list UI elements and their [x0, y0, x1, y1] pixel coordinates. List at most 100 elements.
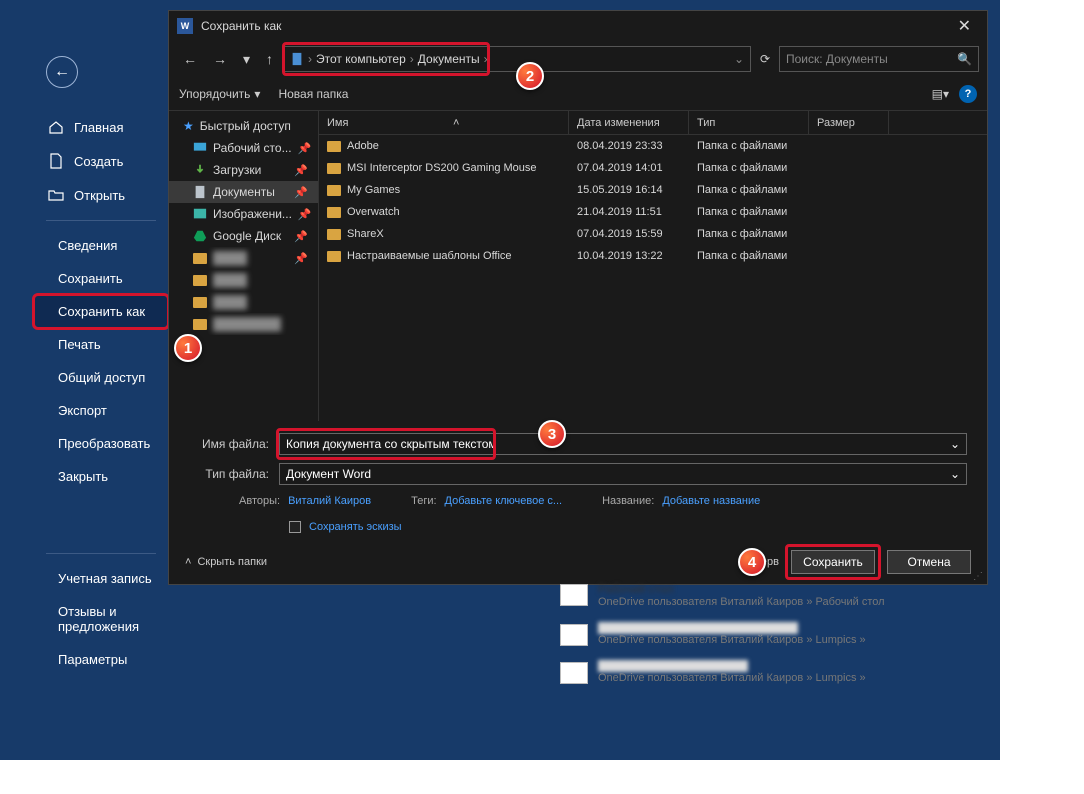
resize-grip[interactable]: ⋰ [973, 571, 983, 582]
nav-forward[interactable]: → [207, 47, 233, 71]
filename-input[interactable]: Копия документа со скрытым текстом ⌄ [279, 433, 967, 455]
refresh-button[interactable]: ⟳ [755, 52, 775, 66]
search-placeholder: Поиск: Документы [786, 52, 888, 66]
sidebar-item-save[interactable]: Сохранить [34, 262, 168, 295]
help-button[interactable]: ? [959, 85, 977, 103]
sidebar-item-info[interactable]: Сведения [34, 229, 168, 262]
tree-folder[interactable]: ████ [169, 291, 318, 313]
tree-folder[interactable]: ████ [169, 269, 318, 291]
tree-downloads[interactable]: Загрузки📌 [169, 159, 318, 181]
title-label: Название: [602, 495, 654, 507]
nav-back[interactable]: ← [177, 47, 203, 71]
authors-label: Авторы: [239, 495, 280, 507]
col-size[interactable]: Размер [809, 111, 889, 134]
folder-icon [193, 275, 207, 286]
sidebar-item-open[interactable]: Открыть [34, 178, 168, 212]
gdrive-icon [193, 229, 207, 243]
folder-tree: ★Быстрый доступ Рабочий сто...📌 Загрузки… [169, 111, 319, 421]
cancel-button[interactable]: Отмена [887, 550, 971, 574]
file-row[interactable]: Настраиваемые шаблоны Office10.04.2019 1… [319, 245, 987, 267]
search-icon: 🔍 [957, 52, 972, 66]
sidebar-item-new[interactable]: Создать [34, 144, 168, 178]
save-as-dialog: W Сохранить как ✕ ← → ▾ ↑ › Этот компьют… [168, 10, 988, 585]
tree-documents[interactable]: Документы📌 [169, 181, 318, 203]
list-item[interactable]: OneDrive пользователя Виталий Каиров » L… [560, 660, 990, 684]
file-row[interactable]: ShareX07.04.2019 15:59Папка с файлами [319, 223, 987, 245]
nav-recent[interactable]: ▾ [237, 47, 256, 72]
sidebar-label: Главная [74, 120, 123, 135]
sidebar-item-transform[interactable]: Преобразовать [34, 427, 168, 460]
pin-icon: 📌 [294, 230, 312, 243]
save-thumbnails-checkbox[interactable]: Сохранять эскизы [189, 521, 967, 533]
column-headers: Имя˄ Дата изменения Тип Размер [319, 111, 987, 135]
file-row[interactable]: Overwatch21.04.2019 11:51Папка с файлами [319, 201, 987, 223]
doc-icon [193, 185, 207, 199]
save-button[interactable]: Сохранить [791, 550, 875, 574]
callout-4: 4 [738, 548, 766, 576]
tags-label: Теги: [411, 495, 436, 507]
search-input[interactable]: Поиск: Документы 🔍 [779, 46, 979, 72]
breadcrumb-pc[interactable]: Этот компьютер [316, 52, 406, 66]
file-row[interactable]: Adobe08.04.2019 23:33Папка с файлами [319, 135, 987, 157]
breadcrumb-docs[interactable]: Документы [418, 52, 480, 66]
sidebar-item-account[interactable]: Учетная запись [34, 562, 168, 595]
list-item[interactable]: OneDrive пользователя Виталий Каиров » L… [560, 622, 990, 646]
dialog-title: Сохранить как [201, 19, 281, 33]
callout-3: 3 [538, 420, 566, 448]
home-icon [48, 119, 64, 135]
sidebar-item-export[interactable]: Экспорт [34, 394, 168, 427]
tags-value[interactable]: Добавьте ключевое с... [445, 495, 563, 507]
checkbox-icon [289, 521, 301, 533]
star-icon: ★ [183, 119, 194, 133]
open-icon [48, 187, 64, 203]
folder-icon [327, 141, 341, 152]
folder-icon [327, 185, 341, 196]
pin-icon: 📌 [294, 252, 312, 265]
nav-up[interactable]: ↑ [260, 47, 279, 71]
sidebar-item-save-as[interactable]: Сохранить как [34, 295, 168, 328]
title-value[interactable]: Добавьте название [662, 495, 760, 507]
pin-icon: 📌 [294, 186, 312, 199]
folder-icon [560, 662, 588, 684]
folder-icon [560, 584, 588, 606]
sidebar-item-home[interactable]: Главная [34, 110, 168, 144]
separator [46, 553, 156, 554]
col-name[interactable]: Имя˄ [319, 111, 569, 134]
authors-value[interactable]: Виталий Каиров [288, 495, 371, 507]
file-row[interactable]: My Games15.05.2019 16:14Папка с файлами [319, 179, 987, 201]
folder-icon [193, 319, 207, 330]
sidebar-item-print[interactable]: Печать [34, 328, 168, 361]
page-icon [48, 153, 64, 169]
folder-icon [560, 624, 588, 646]
desktop-icon [193, 141, 207, 155]
chevron-down-icon[interactable]: ⌄ [950, 437, 960, 451]
col-type[interactable]: Тип [689, 111, 809, 134]
folder-icon [327, 251, 341, 262]
tree-pictures[interactable]: Изображени...📌 [169, 203, 318, 225]
tree-desktop[interactable]: Рабочий сто...📌 [169, 137, 318, 159]
chevron-down-icon[interactable]: ⌄ [734, 52, 744, 66]
separator [46, 220, 156, 221]
filetype-select[interactable]: Документ Word ⌄ [279, 463, 967, 485]
organize-button[interactable]: Упорядочить ▾ [179, 87, 260, 101]
view-mode-button[interactable]: ▤▾ [932, 87, 949, 101]
recent-locations-behind: Рабочий столOneDrive пользователя Витали… [560, 582, 990, 698]
file-row[interactable]: MSI Interceptor DS200 Gaming Mouse07.04.… [319, 157, 987, 179]
sidebar-item-options[interactable]: Параметры [34, 643, 168, 676]
tree-quick-access[interactable]: ★Быстрый доступ [169, 115, 318, 137]
col-date[interactable]: Дата изменения [569, 111, 689, 134]
hide-folders-button[interactable]: ˄ Скрыть папки [185, 556, 267, 568]
tree-gdrive[interactable]: Google Диск📌 [169, 225, 318, 247]
chevron-down-icon[interactable]: ⌄ [950, 467, 960, 481]
tree-folder[interactable]: ████████ [169, 313, 318, 335]
back-button[interactable]: ← [46, 56, 78, 88]
sidebar-item-share[interactable]: Общий доступ [34, 361, 168, 394]
list-item[interactable]: Рабочий столOneDrive пользователя Витали… [560, 582, 990, 608]
folder-icon [327, 207, 341, 218]
sidebar-item-close[interactable]: Закрыть [34, 460, 168, 493]
sidebar-item-feedback[interactable]: Отзывы и предложения [34, 595, 168, 643]
pin-icon: 📌 [298, 208, 316, 221]
new-folder-button[interactable]: Новая папка [278, 87, 348, 101]
tree-folder[interactable]: ████📌 [169, 247, 318, 269]
close-button[interactable]: ✕ [950, 12, 979, 40]
